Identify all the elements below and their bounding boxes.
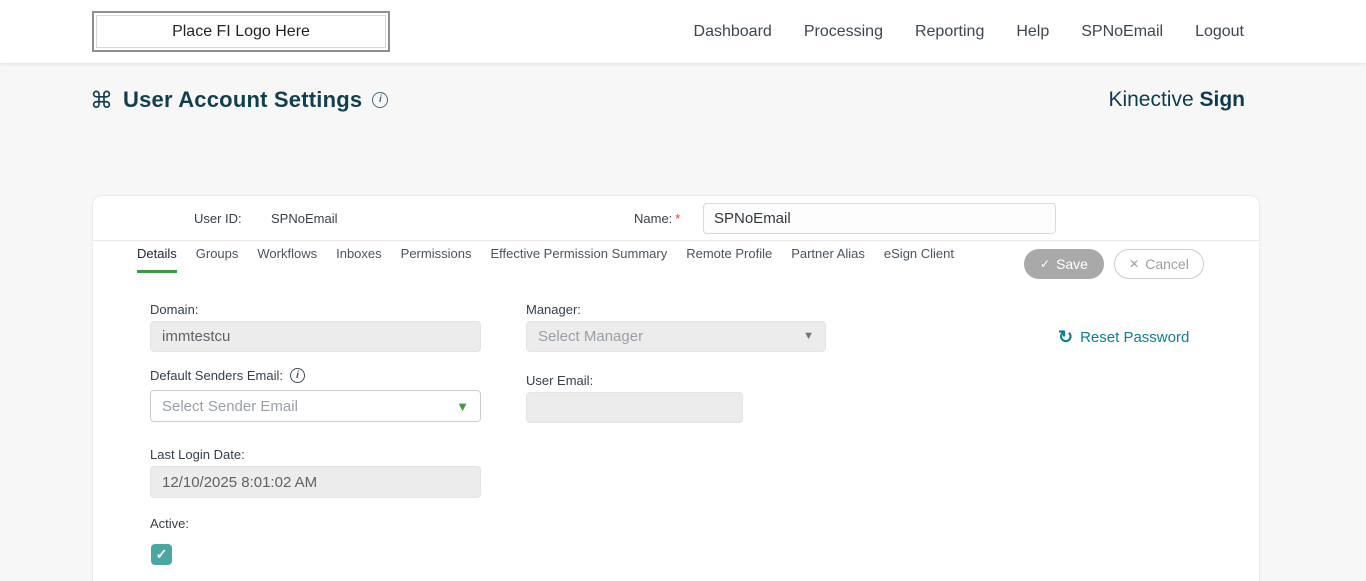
manager-select[interactable]: Select Manager ▼ [526,321,826,352]
nav-item-help[interactable]: Help [1016,23,1049,41]
domain-input: immtestcu [150,321,481,352]
required-asterisk: * [675,211,681,226]
chevron-down-icon: ▼ [456,398,469,414]
active-label: Active: [150,516,190,531]
manager-label: Manager: [526,302,581,317]
tab-permissions[interactable]: Permissions [401,246,472,273]
fi-logo-text: Place FI Logo Here [172,22,310,40]
manager-placeholder: Select Manager [538,328,644,345]
top-bar: Place FI Logo Here Dashboard Processing … [0,0,1366,63]
page-info-icon[interactable]: i [372,92,389,108]
tab-bar: Details Groups Workflows Inboxes Permiss… [137,246,954,273]
tab-groups[interactable]: Groups [196,246,239,273]
brand-logo: Kinective Sign [1108,88,1245,112]
reset-password-link[interactable]: ↻ Reset Password [1058,328,1189,346]
checkbox-check-icon: ✓ [155,546,168,562]
brand-name: Kinective [1108,88,1194,111]
reset-password-label: Reset Password [1080,328,1190,346]
last-login-date-label: Last Login Date: [150,447,245,462]
cancel-button-label: Cancel [1145,256,1189,272]
default-senders-email-label-group: Default Senders Email: i [150,368,305,383]
brand-product: Sign [1199,88,1246,111]
tab-workflows[interactable]: Workflows [257,246,317,273]
page-header: ⌘ User Account Settings i Kinective Sign [90,85,1245,115]
reset-icon: ↻ [1058,327,1074,347]
nav-item-username[interactable]: SPNoEmail [1081,23,1163,41]
default-senders-email-info-icon[interactable]: i [289,368,305,383]
default-senders-email-placeholder: Select Sender Email [162,397,298,415]
user-id-label: User ID: [194,211,242,226]
nav-item-reporting[interactable]: Reporting [915,23,984,41]
cancel-button[interactable]: ✕ Cancel [1114,249,1204,279]
domain-label: Domain: [150,302,199,317]
tab-effective-permission-summary[interactable]: Effective Permission Summary [490,246,667,273]
tab-inboxes[interactable]: Inboxes [336,246,382,273]
tab-details[interactable]: Details [137,246,177,273]
last-login-date-input: 12/10/2025 8:01:02 AM [150,466,481,498]
active-checkbox[interactable]: ✓ [151,544,172,565]
nav-item-processing[interactable]: Processing [804,23,883,41]
tab-esign-client[interactable]: eSign Client [884,246,954,273]
name-label-text: Name: [634,211,673,226]
command-icon: ⌘ [90,86,113,113]
nav-item-logout[interactable]: Logout [1195,23,1244,41]
fi-logo-placeholder[interactable]: Place FI Logo Here [92,11,390,52]
default-senders-email-label: Default Senders Email: [150,368,283,383]
main-nav: Dashboard Processing Reporting Help SPNo… [694,23,1244,41]
user-email-input [526,392,743,423]
user-email-label: User Email: [526,373,594,388]
name-label: Name: * [634,211,680,226]
page-title-group: ⌘ User Account Settings i [90,86,389,113]
user-account-settings-card: User ID: SPNoEmail Name:* Details Groups… [92,195,1260,581]
tab-partner-alias[interactable]: Partner Alias [791,246,865,273]
name-input[interactable] [703,203,1056,234]
nav-item-dashboard[interactable]: Dashboard [694,23,772,41]
tab-remote-profile[interactable]: Remote Profile [686,246,772,273]
page-title: User Account Settings [123,87,363,112]
close-icon: ✕ [1129,257,1140,271]
chevron-down-icon: ▼ [803,330,814,342]
save-button[interactable]: ✓ Save [1024,249,1104,279]
user-id-value: SPNoEmail [271,211,338,226]
check-icon: ✓ [1040,257,1051,271]
save-button-label: Save [1056,256,1088,272]
card-divider [93,240,1259,241]
default-senders-email-select[interactable]: Select Sender Email ▼ [150,390,481,422]
